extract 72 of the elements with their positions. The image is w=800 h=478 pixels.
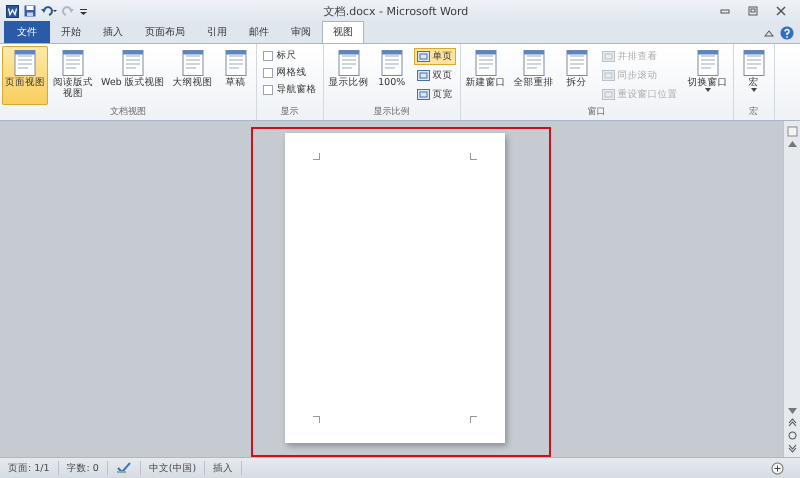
page-icon: [12, 49, 38, 77]
group-label: 文档视图: [108, 106, 147, 119]
restore-icon[interactable]: [748, 6, 758, 16]
ribbon-tab[interactable]: 页面布局: [134, 21, 196, 43]
ribbon-button[interactable]: 大纲视图: [170, 46, 216, 105]
language-indicator[interactable]: 中文(中国): [140, 461, 206, 475]
ribbon-button[interactable]: Web 版式视图: [98, 46, 168, 105]
page-icon: [602, 51, 615, 62]
ribbon-button[interactable]: 100%: [374, 46, 410, 105]
vertical-scrollbar[interactable]: [783, 121, 800, 457]
page-icon: [416, 51, 430, 62]
group-label: 显示比例: [372, 106, 411, 119]
page-count[interactable]: 页面: 1/1: [0, 461, 59, 475]
insert-mode[interactable]: 插入: [205, 461, 242, 475]
dropdown-arrow-icon: [750, 88, 757, 92]
ribbon-button[interactable]: 阅读版式 视图: [50, 46, 96, 105]
page-icon: [564, 49, 590, 77]
ribbon-button[interactable]: 新建窗口: [462, 46, 509, 105]
page-icon: [694, 49, 721, 77]
undo-icon[interactable]: [41, 5, 57, 17]
ribbon-button[interactable]: 草稿: [218, 46, 254, 105]
previous-page-icon[interactable]: [788, 418, 796, 427]
group-label: 显示: [280, 106, 300, 119]
ribbon-button[interactable]: 全部重排: [510, 46, 557, 105]
ribbon-button[interactable]: 拆分: [558, 46, 595, 105]
scroll-up-icon[interactable]: [788, 141, 796, 147]
ribbon-tab[interactable]: 审阅: [280, 21, 322, 43]
page-icon: [378, 49, 405, 77]
ribbon-tab[interactable]: 邮件: [238, 21, 280, 43]
ribbon-checkbox[interactable]: 网格线: [260, 65, 319, 80]
ribbon-button[interactable]: 切换窗口: [684, 46, 731, 105]
browse-object-icon[interactable]: [788, 431, 796, 440]
word-count[interactable]: 字数: 0: [58, 461, 108, 475]
page-icon: [120, 49, 146, 77]
next-page-icon[interactable]: [788, 444, 796, 453]
page-icon: [222, 49, 249, 77]
page-icon: [416, 70, 430, 81]
ribbon-button[interactable]: 宏: [736, 46, 772, 105]
ribbon-tab[interactable]: 开始: [50, 21, 92, 43]
ribbon-button[interactable]: 单页: [414, 48, 456, 65]
ribbon-button[interactable]: 页面视图: [2, 46, 48, 105]
ribbon-tab[interactable]: 文件: [4, 21, 50, 43]
ribbon-button[interactable]: 页宽: [414, 86, 456, 103]
minimize-ribbon-icon[interactable]: [764, 29, 774, 37]
ribbon-checkbox[interactable]: 导航窗格: [260, 82, 319, 97]
ribbon-tab[interactable]: 视图: [322, 21, 364, 43]
window-title: 文档.docx - Microsoft Word: [322, 4, 470, 18]
ruler-toggle-icon[interactable]: [786, 125, 798, 137]
page-icon: [520, 49, 547, 77]
ribbon-checkbox[interactable]: 标尺: [260, 48, 319, 63]
page-icon: [602, 70, 615, 81]
dropdown-arrow-icon: [704, 88, 711, 92]
group-label: 宏: [748, 106, 760, 119]
page-icon: [60, 49, 86, 77]
close-icon[interactable]: [776, 6, 786, 16]
word-logo-icon[interactable]: [6, 4, 19, 18]
save-icon[interactable]: [24, 5, 36, 17]
page-icon: [602, 89, 615, 100]
ribbon-button[interactable]: 双页: [414, 67, 456, 84]
page-icon: [180, 49, 206, 77]
scroll-down-icon[interactable]: [788, 408, 796, 414]
page-icon: [416, 89, 430, 100]
group-label: 窗口: [586, 106, 607, 119]
page-icon: [336, 49, 362, 77]
zoom-in-icon[interactable]: [771, 462, 784, 474]
ribbon-button[interactable]: 显示比例: [326, 46, 372, 105]
proofing-icon[interactable]: [116, 462, 132, 474]
ribbon-tab[interactable]: 引用: [196, 21, 238, 43]
ribbon-tab[interactable]: 插入: [92, 21, 134, 43]
help-icon[interactable]: [780, 26, 794, 40]
page-icon: [472, 49, 499, 77]
page-icon: [740, 49, 767, 77]
